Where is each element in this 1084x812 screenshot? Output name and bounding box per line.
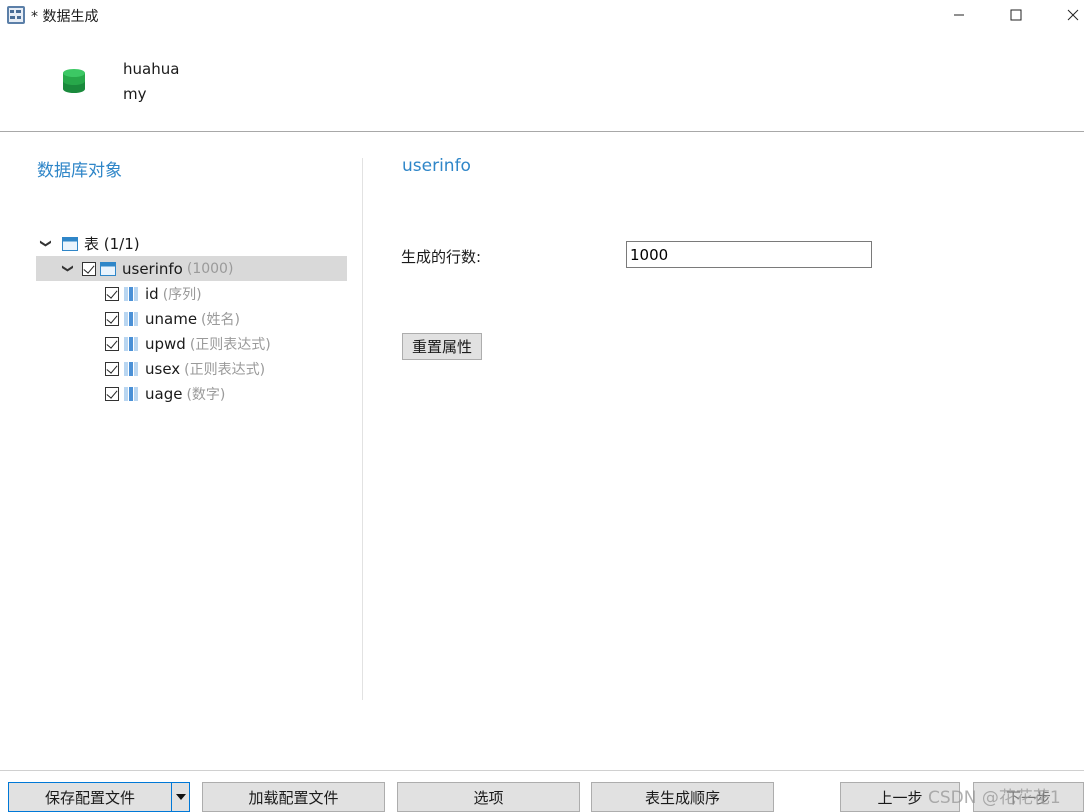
table-order-button[interactable]: 表生成顺序 xyxy=(591,782,774,812)
chevron-down-icon[interactable]: ❯ xyxy=(40,236,53,252)
tree-column-item[interactable]: usex (正则表达式) xyxy=(105,356,265,381)
column-label: upwd xyxy=(145,334,186,353)
tree-column-item[interactable]: id (序列) xyxy=(105,281,202,306)
window-title: * 数据生成 xyxy=(31,9,99,25)
tree-root-label: 表 (1/1) xyxy=(84,235,140,253)
rows-count-input[interactable] xyxy=(626,241,872,268)
database-icon xyxy=(63,69,85,93)
column-icon xyxy=(124,361,138,376)
maximize-icon xyxy=(1010,9,1022,21)
tree-column-item[interactable]: uname (姓名) xyxy=(105,306,240,331)
column-generator: (正则表达式) xyxy=(189,336,271,353)
panel-divider xyxy=(362,158,363,700)
selected-table-title: userinfo xyxy=(402,156,471,176)
reset-properties-button[interactable]: 重置属性 xyxy=(402,333,482,360)
database-objects-title: 数据库对象 xyxy=(37,161,122,181)
column-checkbox[interactable] xyxy=(105,361,119,376)
table-row-count: (1000) xyxy=(186,260,234,277)
save-config-dropdown[interactable] xyxy=(171,782,190,812)
tree-column-item[interactable]: upwd (正则表达式) xyxy=(105,331,271,356)
tree-column-item[interactable]: uage (数字) xyxy=(105,381,225,406)
previous-step-button[interactable]: 上一步 xyxy=(840,782,960,812)
column-icon xyxy=(124,286,138,301)
column-checkbox[interactable] xyxy=(105,286,119,301)
minimize-icon xyxy=(954,14,964,16)
column-label: usex xyxy=(145,359,181,378)
connection-name: huahua xyxy=(123,60,180,78)
userinfo-checkbox[interactable] xyxy=(82,261,96,276)
column-label: uage xyxy=(145,384,183,403)
next-step-button[interactable]: 下一步 xyxy=(973,782,1084,812)
column-generator: (数字) xyxy=(186,386,226,403)
options-button[interactable]: 选项 xyxy=(397,782,580,812)
minimize-button[interactable] xyxy=(936,0,982,30)
column-icon xyxy=(124,386,138,401)
title-bar: * 数据生成 xyxy=(0,0,1084,30)
column-icon xyxy=(124,311,138,326)
column-icon xyxy=(124,336,138,351)
caret-down-icon xyxy=(175,794,186,800)
column-label: uname xyxy=(145,309,198,328)
footer-divider xyxy=(0,770,1084,771)
table-label: userinfo xyxy=(122,259,183,278)
save-config-button[interactable]: 保存配置文件 xyxy=(8,782,172,812)
column-generator: (姓名) xyxy=(201,311,240,328)
rows-count-label: 生成的行数: xyxy=(401,248,482,266)
data-generation-app-icon xyxy=(7,6,25,24)
column-generator: (正则表达式) xyxy=(184,361,266,378)
chevron-down-icon[interactable]: ❯ xyxy=(62,261,75,277)
table-icon xyxy=(100,261,116,276)
column-checkbox[interactable] xyxy=(105,386,119,401)
table-icon xyxy=(62,236,78,251)
close-icon xyxy=(1067,9,1079,21)
header-divider xyxy=(0,131,1084,132)
tree-root-tables[interactable]: ❯ 表 (1/1) xyxy=(38,231,140,256)
load-config-button[interactable]: 加载配置文件 xyxy=(202,782,385,812)
column-checkbox[interactable] xyxy=(105,336,119,351)
column-generator: (序列) xyxy=(162,286,202,303)
tree-table-userinfo[interactable]: ❯ userinfo (1000) xyxy=(36,256,347,281)
database-name: my xyxy=(123,85,147,103)
column-label: id xyxy=(145,284,159,303)
maximize-button[interactable] xyxy=(993,0,1039,30)
column-checkbox[interactable] xyxy=(105,311,119,326)
close-button[interactable] xyxy=(1050,0,1084,30)
